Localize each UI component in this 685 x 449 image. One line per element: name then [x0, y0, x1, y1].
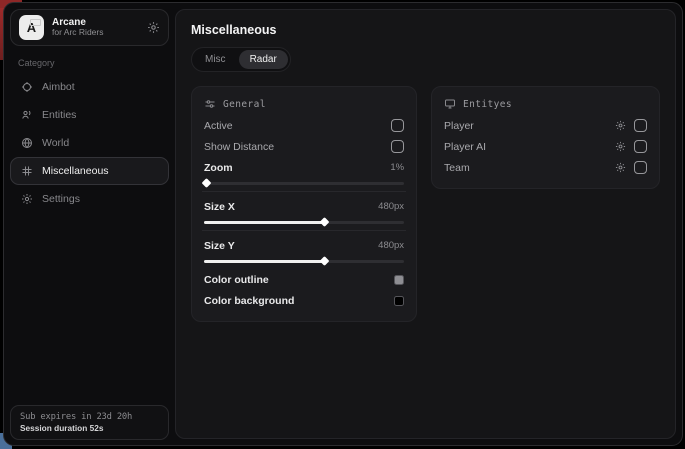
player-ai-label: Player AI	[444, 141, 486, 153]
sidebar-item-miscellaneous[interactable]: Miscellaneous	[10, 157, 169, 185]
player-ai-gear-icon[interactable]	[615, 141, 626, 152]
sidebar-nav: Aimbot Entities Wo	[10, 73, 169, 213]
active-checkbox[interactable]	[391, 119, 404, 132]
sidebar-item-label: Aimbot	[42, 81, 75, 93]
team-row: Team	[444, 157, 647, 178]
size-y-slider-thumb[interactable]	[320, 256, 330, 266]
zoom-slider[interactable]	[204, 178, 404, 188]
divider	[202, 191, 406, 192]
size-x-label: Size X	[204, 201, 235, 213]
color-background-row: Color background	[204, 290, 404, 311]
sidebar-item-entities[interactable]: Entities	[10, 101, 169, 129]
size-y-value: 480px	[378, 240, 404, 251]
divider	[202, 230, 406, 231]
sidebar-item-aimbot[interactable]: Aimbot	[10, 73, 169, 101]
globe-icon	[20, 137, 33, 149]
active-row: Active	[204, 115, 404, 136]
entities-card: Entityes Player	[431, 86, 660, 189]
color-outline-swatch[interactable]	[394, 275, 404, 285]
sidebar-item-label: Settings	[42, 193, 80, 205]
size-x-slider[interactable]	[204, 217, 404, 227]
size-x-slider-thumb[interactable]	[320, 217, 330, 227]
app-window: A Arcane for Arc Riders Category	[3, 2, 683, 446]
show-distance-checkbox[interactable]	[391, 140, 404, 153]
screen: A Arcane for Arc Riders Category	[0, 0, 685, 449]
main-panel: Miscellaneous Misc Radar General	[175, 9, 676, 439]
app-logo: A	[19, 15, 44, 40]
player-checkbox[interactable]	[634, 119, 647, 132]
team-checkbox[interactable]	[634, 161, 647, 174]
color-outline-row: Color outline	[204, 269, 404, 290]
team-label: Team	[444, 162, 470, 174]
color-background-swatch[interactable]	[394, 296, 404, 306]
grid-icon	[20, 165, 33, 177]
team-gear-icon[interactable]	[615, 162, 626, 173]
sidebar-item-label: World	[42, 137, 69, 149]
player-row: Player	[444, 115, 647, 136]
app-header: A Arcane for Arc Riders	[10, 9, 169, 46]
zoom-value: 1%	[390, 162, 404, 173]
size-y-row: Size Y 480px	[204, 235, 404, 256]
sub-expiry-text: Sub expires in 23d 20h	[20, 412, 159, 422]
size-x-value: 480px	[378, 201, 404, 212]
app-subtitle: for Arc Riders	[52, 28, 139, 38]
sidebar-item-world[interactable]: World	[10, 129, 169, 157]
player-ai-row: Player AI	[444, 136, 647, 157]
show-distance-row: Show Distance	[204, 136, 404, 157]
entities-card-title: Entityes	[463, 99, 512, 110]
tab-radar[interactable]: Radar	[239, 50, 288, 69]
category-label: Category	[18, 58, 55, 68]
subscription-footer: Sub expires in 23d 20h Session duration …	[10, 405, 169, 440]
header-gear-icon[interactable]	[147, 21, 160, 34]
sidebar-item-settings[interactable]: Settings	[10, 185, 169, 213]
zoom-row: Zoom 1%	[204, 157, 404, 178]
show-distance-label: Show Distance	[204, 141, 274, 153]
color-outline-label: Color outline	[204, 274, 269, 286]
sidebar: A Arcane for Arc Riders Category	[4, 3, 175, 445]
entities-icon	[20, 109, 33, 121]
zoom-label: Zoom	[204, 162, 233, 174]
page-title: Miscellaneous	[191, 23, 660, 37]
player-gear-icon[interactable]	[615, 120, 626, 131]
session-duration-text: Session duration 52s	[20, 423, 159, 433]
sidebar-item-label: Miscellaneous	[42, 165, 109, 177]
general-card: General Active Show Distance Zoom 1%	[191, 86, 417, 322]
size-y-slider[interactable]	[204, 256, 404, 266]
size-y-label: Size Y	[204, 240, 235, 252]
size-x-row: Size X 480px	[204, 196, 404, 217]
tab-bar: Misc Radar	[191, 47, 291, 72]
active-label: Active	[204, 120, 233, 132]
sidebar-item-label: Entities	[42, 109, 76, 121]
crosshair-icon	[20, 81, 33, 93]
sliders-icon	[204, 98, 216, 110]
player-label: Player	[444, 120, 474, 132]
zoom-slider-thumb[interactable]	[202, 178, 212, 188]
gear-icon	[20, 193, 33, 205]
monitor-icon	[444, 98, 456, 110]
tab-misc[interactable]: Misc	[194, 50, 237, 69]
general-card-title: General	[223, 99, 266, 110]
player-ai-checkbox[interactable]	[634, 140, 647, 153]
color-background-label: Color background	[204, 295, 294, 307]
